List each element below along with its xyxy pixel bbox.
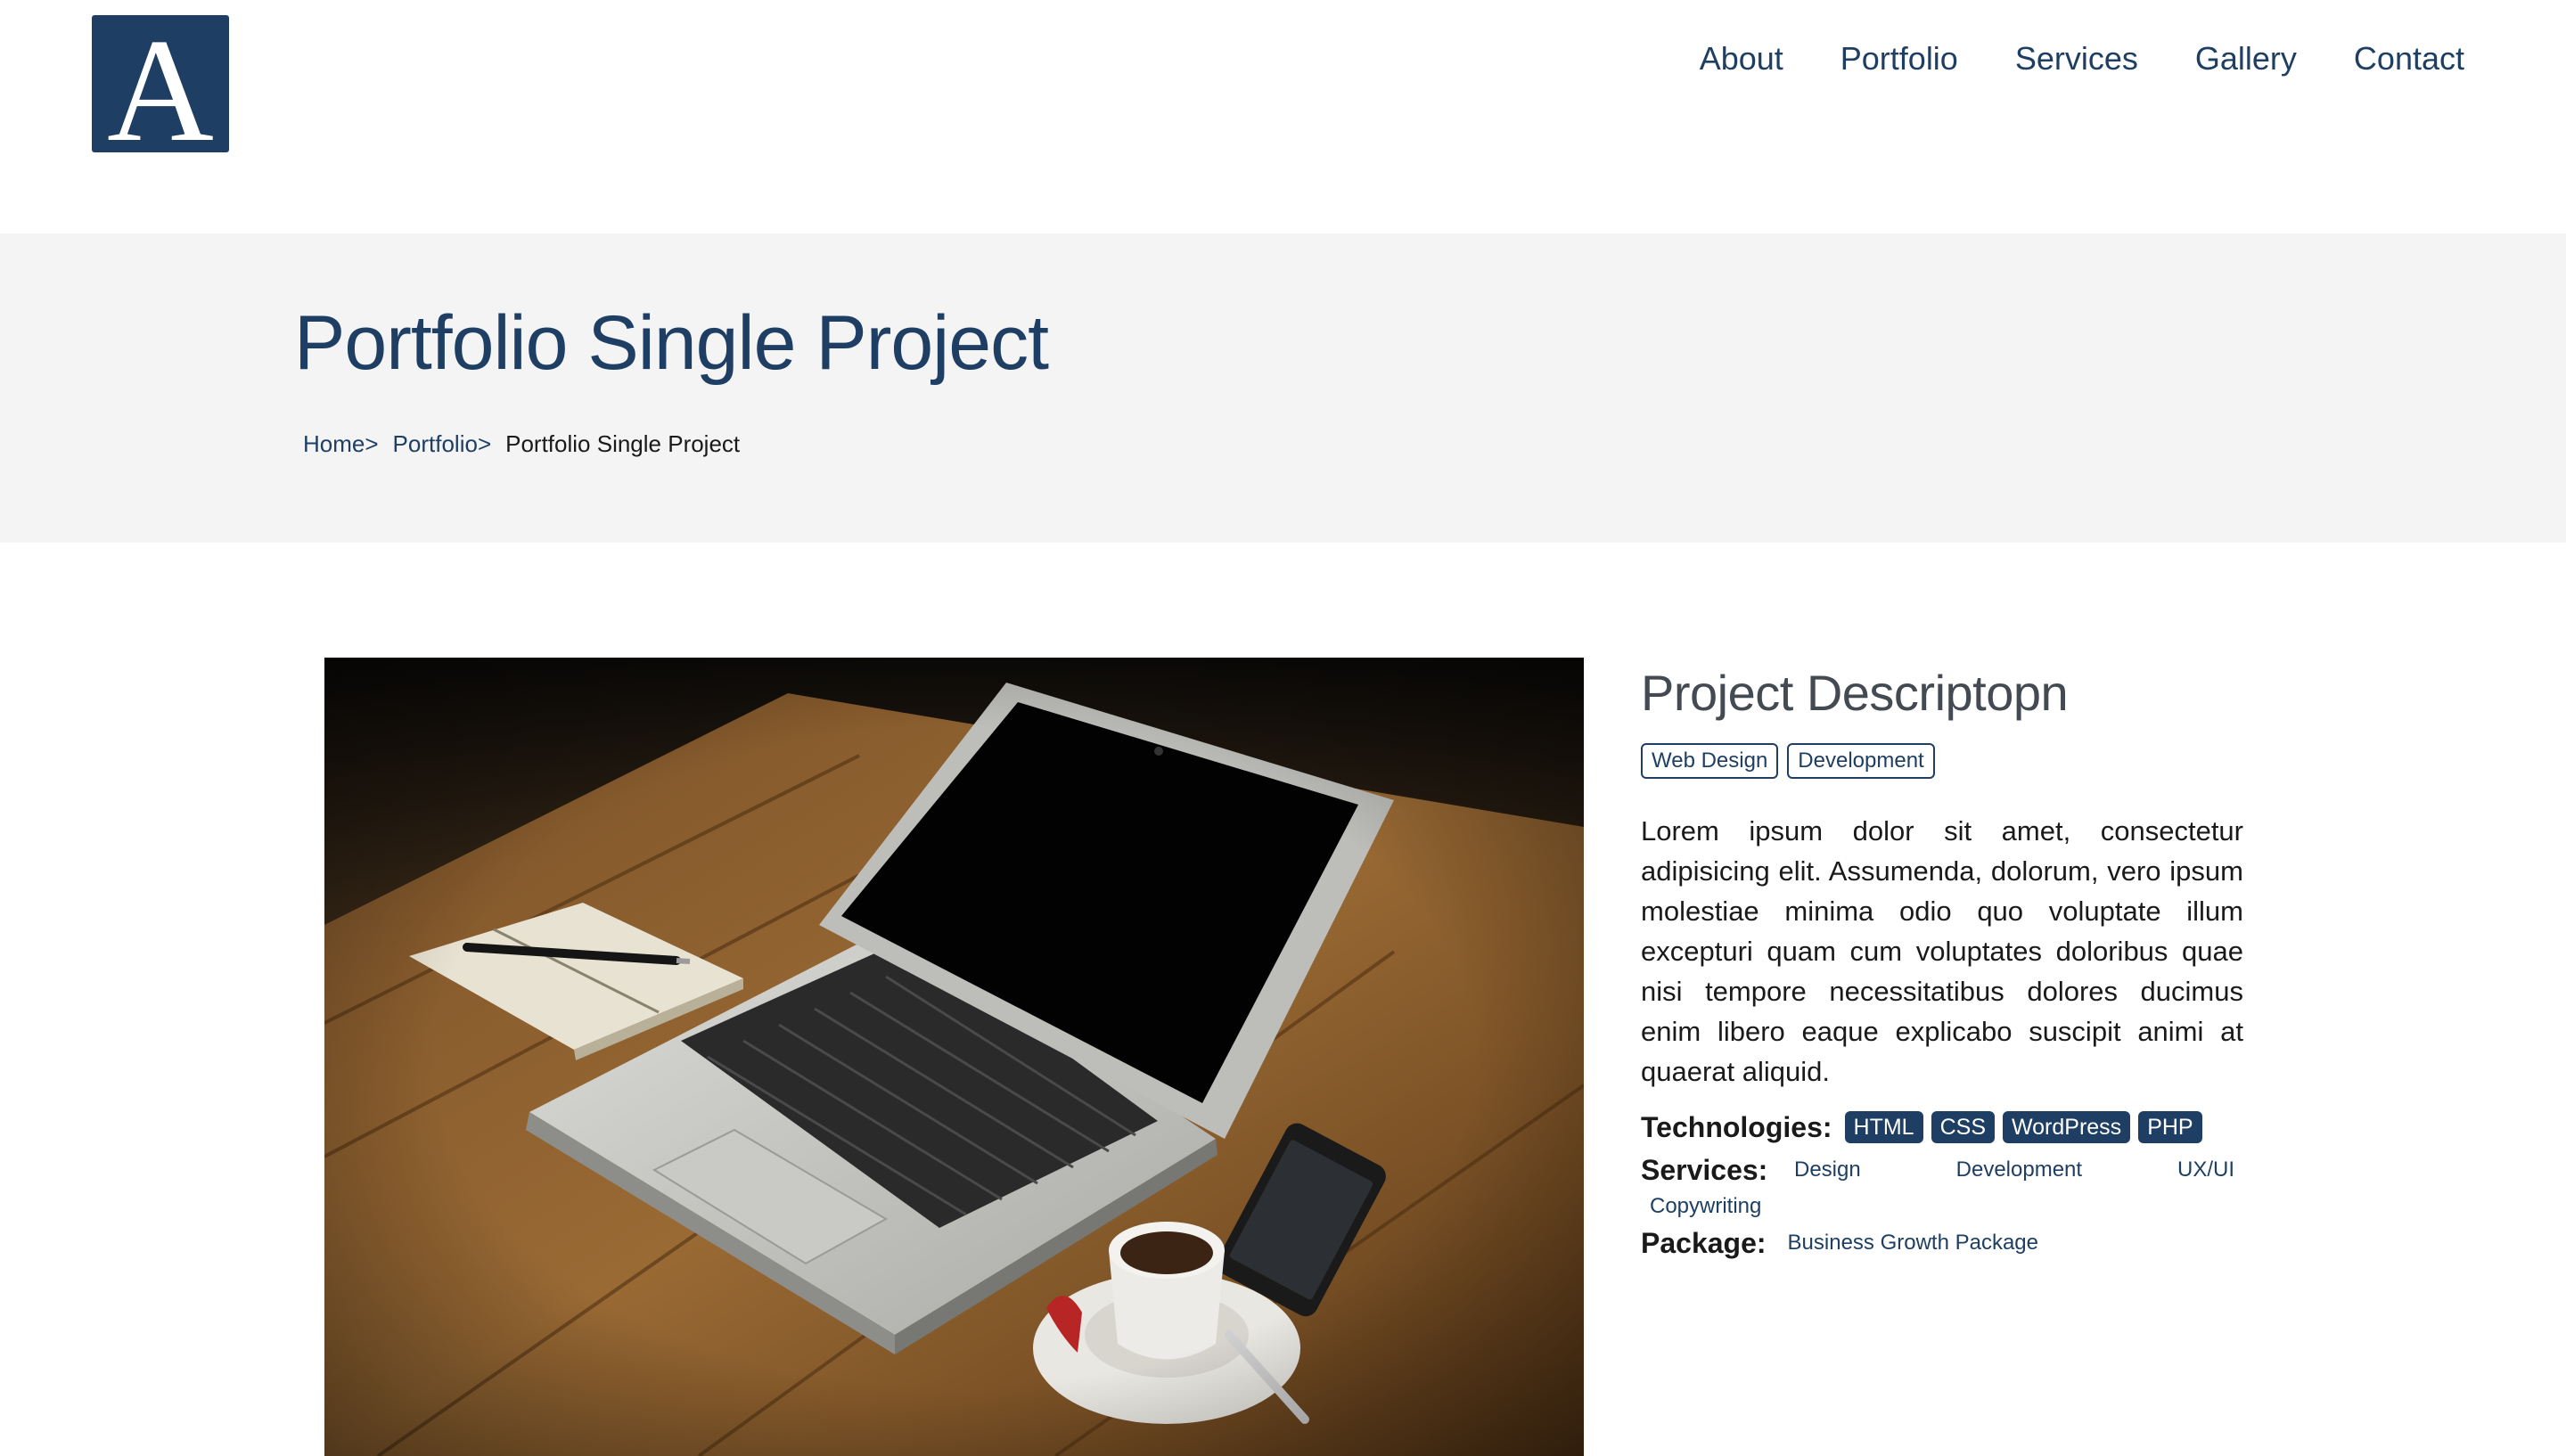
- breadcrumb: Home > Portfolio > Portfolio Single Proj…: [303, 428, 740, 460]
- services-list-overflow: Copywriting: [1641, 1193, 2243, 1220]
- breadcrumb-current: Portfolio Single Project: [505, 430, 741, 457]
- technology-badge: CSS: [1931, 1111, 1995, 1143]
- project-photo: [324, 658, 1584, 1456]
- project-heading: Project Descriptopn: [1641, 665, 2069, 721]
- breadcrumb-home[interactable]: Home: [303, 428, 365, 460]
- package-label: Package:: [1641, 1227, 1767, 1259]
- service-item: Copywriting: [1650, 1194, 1762, 1218]
- project-description: Lorem ipsum dolor sit amet, consectetur …: [1641, 815, 2243, 1087]
- site-header: A About Portfolio Services Gallery Conta…: [0, 0, 2566, 233]
- technologies-row: Technologies: HTML CSS WordPress PHP: [1641, 1108, 2243, 1147]
- nav-gallery[interactable]: Gallery: [2195, 36, 2297, 82]
- services-label: Services:: [1641, 1154, 1768, 1186]
- category-tag[interactable]: Web Design: [1641, 743, 1779, 779]
- main-nav: About Portfolio Services Gallery Contact: [1700, 36, 2464, 82]
- technologies-label: Technologies:: [1641, 1111, 1832, 1143]
- technology-badge: HTML: [1844, 1111, 1923, 1143]
- nav-about[interactable]: About: [1700, 36, 1783, 82]
- services-list: Design Development UX/UI: [1785, 1154, 2243, 1186]
- nav-services[interactable]: Services: [2015, 36, 2138, 82]
- package-row: Package: Business Growth Package: [1641, 1223, 2243, 1263]
- service-item: Design: [1794, 1157, 1861, 1182]
- technology-badge: PHP: [2138, 1111, 2202, 1143]
- nav-portfolio[interactable]: Portfolio: [1840, 36, 1958, 82]
- service-item: UX/UI: [2177, 1157, 2234, 1182]
- nav-contact[interactable]: Contact: [2354, 36, 2464, 82]
- page-title: Portfolio Single Project: [294, 300, 1049, 386]
- technology-badge: WordPress: [2003, 1111, 2131, 1143]
- breadcrumb-portfolio[interactable]: Portfolio: [393, 428, 478, 460]
- breadcrumb-separator: >: [365, 430, 379, 457]
- package-value: Business Growth Package: [1787, 1231, 2039, 1255]
- category-tags: Web Design Development: [1641, 743, 2243, 779]
- service-item: Development: [1955, 1157, 2083, 1182]
- category-tag[interactable]: Development: [1787, 743, 1935, 779]
- laptop-desk-illustration: [324, 658, 1584, 1456]
- site-logo[interactable]: A: [92, 15, 229, 164]
- page-title-band: Portfolio Single Project Home > Portfoli…: [0, 233, 2566, 543]
- project-details: Project Descriptopn Web Design Developme…: [1641, 661, 2243, 1263]
- logo-letter: A: [107, 8, 214, 172]
- breadcrumb-separator: >: [477, 430, 492, 457]
- services-row: Services: Design Development UX/UI Copyw…: [1641, 1150, 2243, 1220]
